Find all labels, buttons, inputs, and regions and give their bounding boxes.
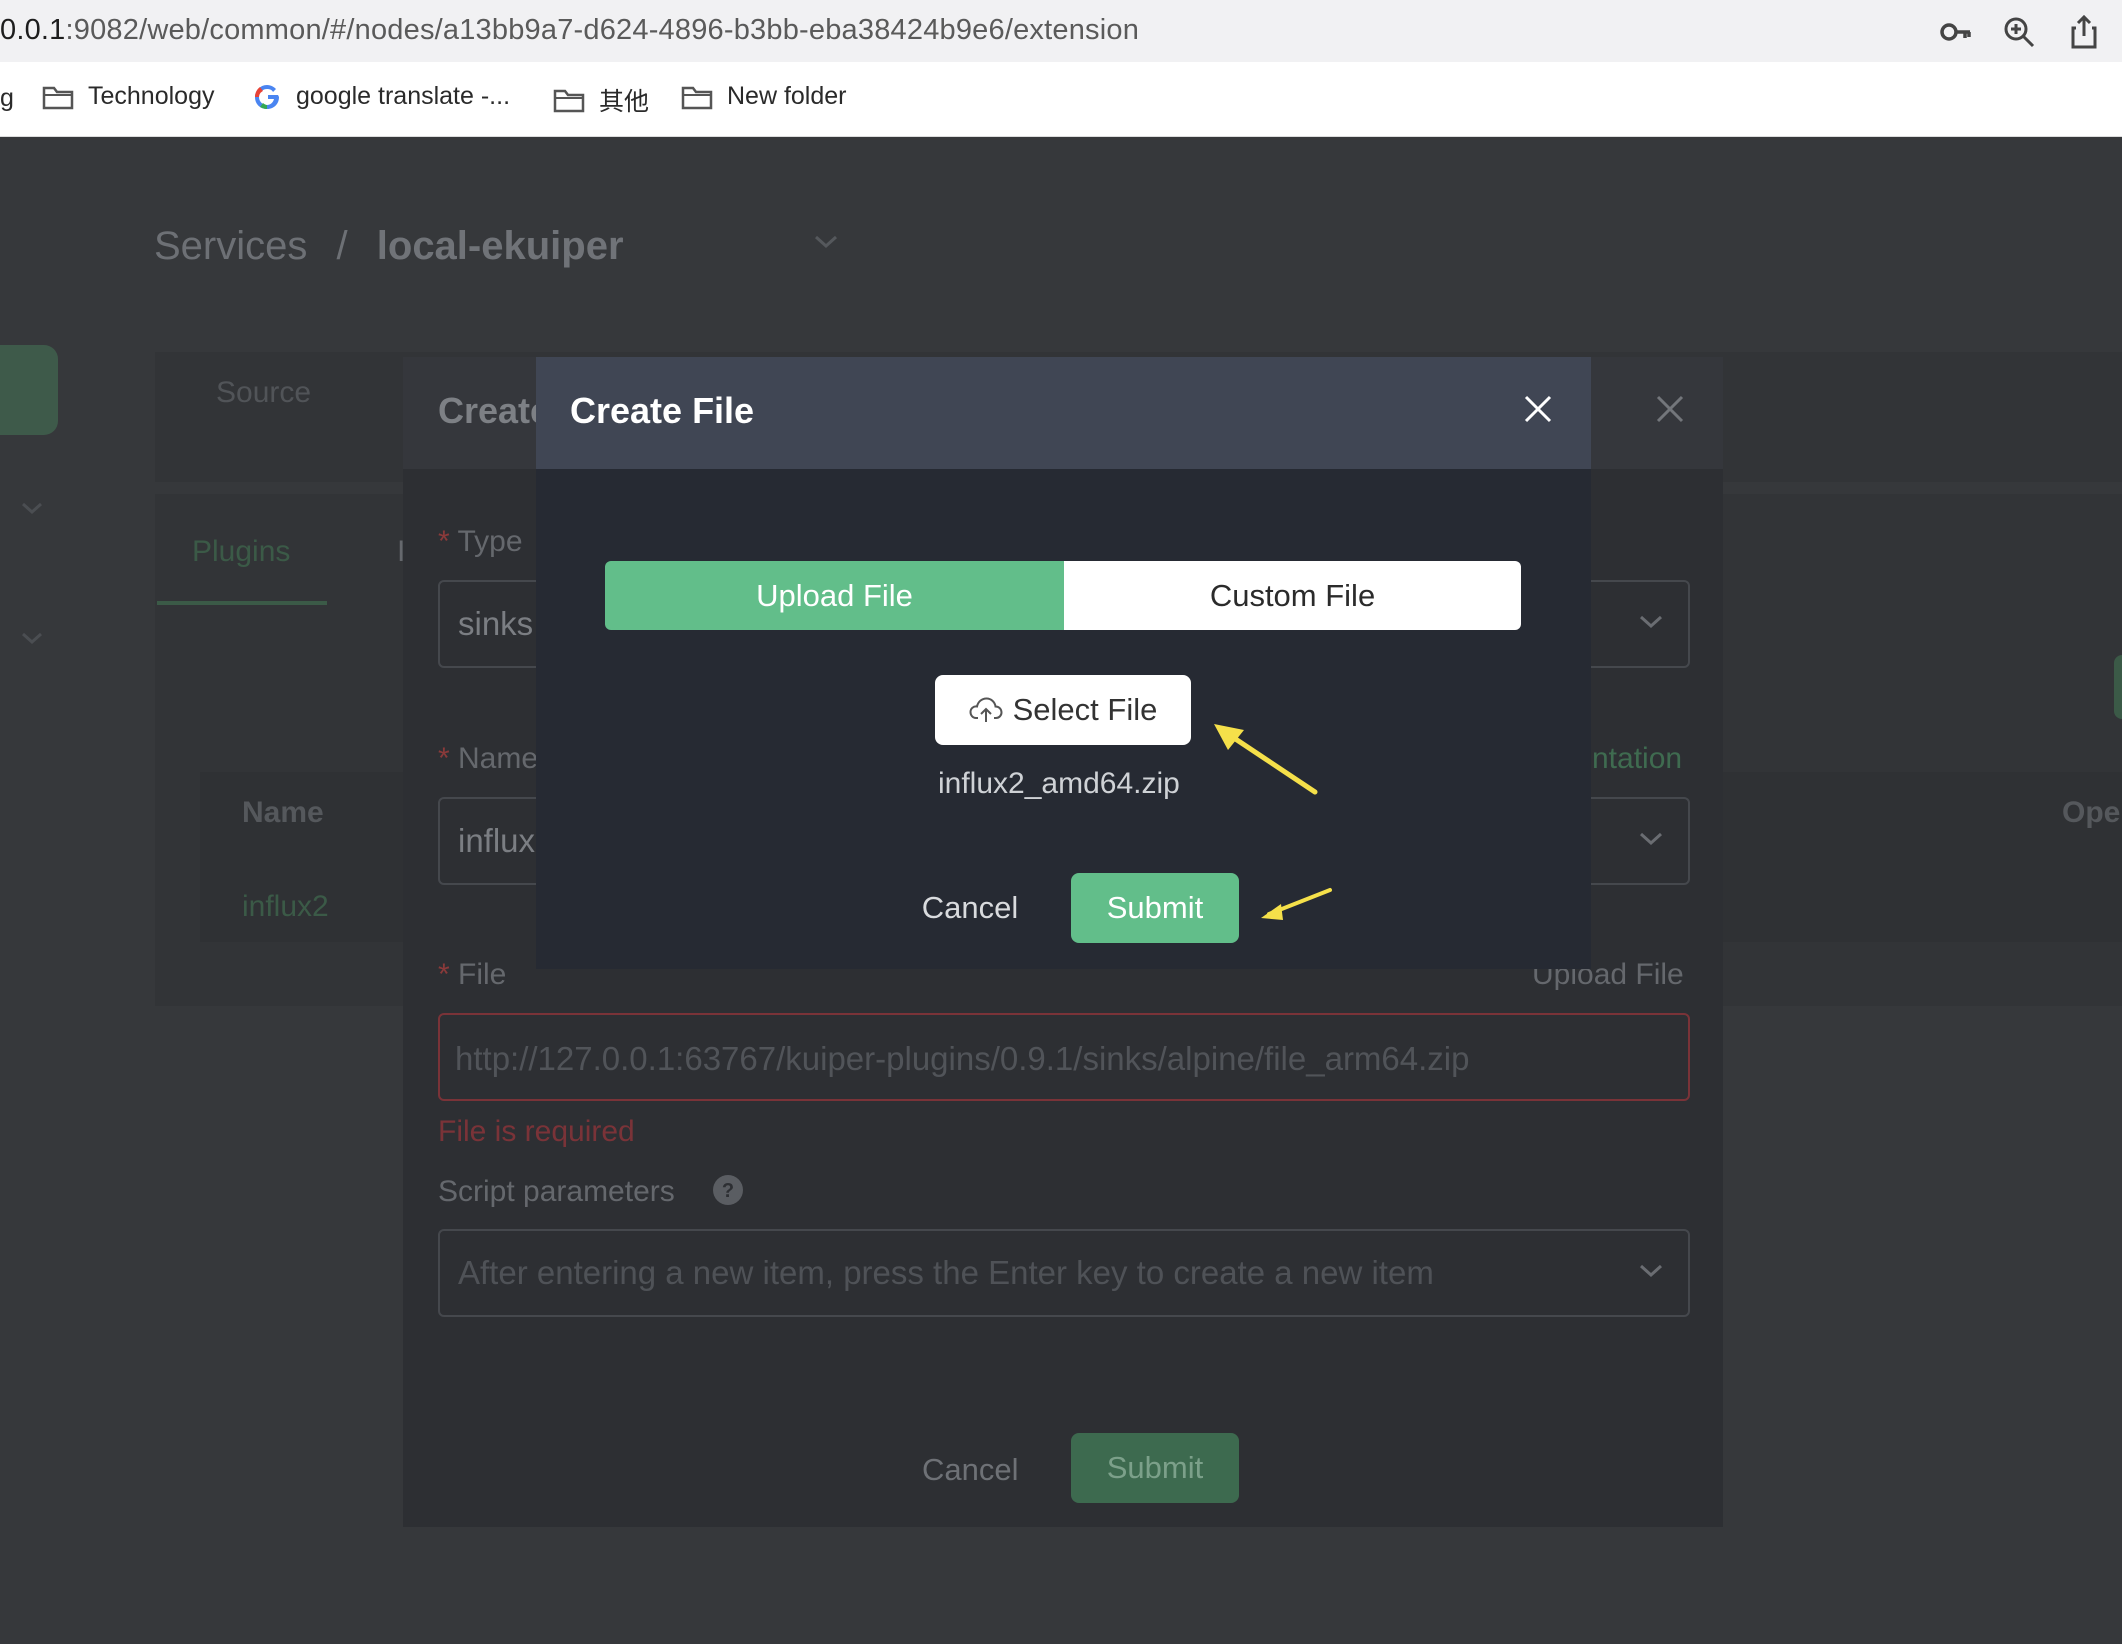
bookmark-item[interactable]: g <box>0 84 14 113</box>
help-icon[interactable]: ? <box>712 1174 744 1211</box>
bookmark-new-folder[interactable]: New folder <box>681 82 847 111</box>
cancel-button[interactable]: Cancel <box>908 873 1032 943</box>
annotation-arrow-icon <box>1261 888 1332 920</box>
select-file-button[interactable]: Select File <box>935 675 1191 745</box>
share-icon[interactable] <box>2066 14 2102 50</box>
script-params-placeholder: After entering a new item, press the Ent… <box>458 1254 1434 1291</box>
folder-icon <box>681 86 713 109</box>
annotation-arrow-icon <box>1214 724 1318 795</box>
zoom-icon[interactable] <box>2001 14 2037 50</box>
chevron-down-icon[interactable] <box>1638 1263 1664 1284</box>
chevron-down-icon[interactable] <box>812 232 840 257</box>
google-icon <box>255 84 279 109</box>
table-row-name[interactable]: influx2 <box>242 890 329 924</box>
bookmark-google-translate[interactable]: google translate -... <box>254 82 510 111</box>
name-value: influx <box>458 822 536 859</box>
selected-file-name: influx2_amd64.zip <box>938 767 1180 800</box>
documentation-link[interactable]: ntation <box>1592 742 1682 776</box>
folder-icon <box>553 89 585 113</box>
file-label: * File <box>438 958 507 991</box>
cancel-button[interactable]: Cancel <box>922 1452 1019 1488</box>
folder-icon <box>42 86 74 109</box>
cloud-upload-icon <box>969 697 1003 722</box>
add-button-partial[interactable] <box>2114 655 2122 719</box>
tab-source[interactable]: Source <box>216 376 311 410</box>
table-header-name: Name <box>242 796 324 829</box>
chevron-down-icon[interactable] <box>20 500 44 521</box>
breadcrumb-current: local-ekuiper <box>376 224 624 268</box>
close-icon[interactable] <box>1655 394 1685 429</box>
key-icon[interactable] <box>1938 14 1974 50</box>
type-value: sinks <box>458 605 534 642</box>
create-file-title: Create File <box>570 390 755 431</box>
submit-button[interactable]: Submit <box>1071 873 1239 943</box>
bookmark-technology[interactable]: Technology <box>42 82 214 111</box>
submit-button[interactable]: Submit <box>1071 1433 1239 1503</box>
svg-text:?: ? <box>722 1180 734 1202</box>
chevron-down-icon[interactable] <box>1638 831 1664 852</box>
file-url-placeholder: http://127.0.0.1:63767/kuiper-plugins/0.… <box>455 1040 1470 1077</box>
bookmark-other[interactable]: 其他 <box>553 82 649 118</box>
tab-upload-file[interactable]: Upload File <box>605 561 1064 630</box>
tab-custom-file[interactable]: Custom File <box>1064 561 1521 630</box>
file-source-segmented: Upload File Custom File <box>605 561 1521 630</box>
tab-underline <box>157 601 327 605</box>
breadcrumb: Services / local-ekuiper <box>154 224 624 268</box>
script-params-label: Script parameters <box>438 1175 675 1208</box>
chevron-down-icon[interactable] <box>1638 614 1664 635</box>
create-plugin-title: Create <box>438 390 551 431</box>
close-icon[interactable] <box>1523 394 1553 429</box>
url-text[interactable]: 0.0.1:9082/web/common/#/nodes/a13bb9a7-d… <box>0 14 1139 47</box>
file-error-text: File is required <box>438 1115 635 1148</box>
chevron-down-icon[interactable] <box>20 630 44 651</box>
type-label: * Type <box>438 525 523 558</box>
sidebar-active-item[interactable] <box>0 345 58 435</box>
name-label: * Name <box>438 742 539 775</box>
breadcrumb-root[interactable]: Services <box>154 224 307 268</box>
tab-plugins[interactable]: Plugins <box>192 535 290 569</box>
table-header-ops: Ope <box>2062 796 2121 829</box>
